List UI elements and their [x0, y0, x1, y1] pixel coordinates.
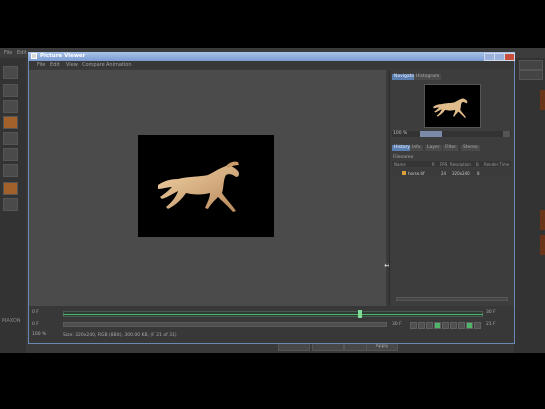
navigator-preview[interactable]	[424, 84, 481, 128]
history-fps: 24	[441, 171, 447, 176]
texture-tool-icon[interactable]	[3, 198, 18, 211]
current-frame-field[interactable]: 21 F	[486, 322, 496, 328]
host-side-tab[interactable]	[540, 210, 545, 230]
timeline-progress	[63, 314, 483, 315]
column-header[interactable]: Name	[394, 162, 406, 167]
loop-icon[interactable]	[458, 322, 465, 329]
column-header[interactable]: R	[432, 162, 435, 167]
playhead-handle[interactable]	[358, 310, 362, 318]
range-slider[interactable]	[63, 322, 387, 327]
scale-tool-icon[interactable]	[3, 100, 18, 113]
column-header[interactable]: Resolution	[450, 162, 471, 167]
tab-histogram[interactable]: Histogram	[414, 74, 442, 80]
galloping-horse-icon	[158, 161, 240, 212]
tab-stereo[interactable]: Stereo	[461, 145, 480, 151]
tab-info[interactable]: Info	[410, 145, 423, 151]
status-text: Size: 320x240, RGB (8Bit), 300.00 KB, (F…	[63, 333, 177, 338]
record-icon[interactable]	[466, 322, 473, 329]
start-frame-field[interactable]: 0 F	[32, 310, 39, 316]
step-back-icon[interactable]	[418, 322, 425, 329]
brush-tool-icon[interactable]	[3, 164, 18, 177]
maxon-logo: MAXON	[2, 318, 21, 324]
host-toolbar	[0, 58, 26, 353]
title-bar[interactable]	[28, 52, 515, 61]
range-start-field[interactable]: 0 F	[32, 322, 39, 328]
paint-tool-icon[interactable]	[3, 148, 18, 161]
tab-history[interactable]: History	[392, 145, 413, 151]
go-to-start-icon[interactable]	[410, 322, 417, 329]
go-to-end-icon[interactable]	[450, 322, 457, 329]
zoom-slider[interactable]	[420, 131, 442, 137]
history-name: horse.tif	[408, 171, 425, 176]
menu-file[interactable]: File	[37, 62, 45, 68]
history-resolution: 320x240	[452, 171, 470, 176]
app-icon	[31, 53, 37, 59]
host-right-tab[interactable]	[519, 70, 543, 80]
host-right-tab[interactable]	[519, 60, 543, 70]
tab-filter[interactable]: Filter	[443, 145, 459, 151]
select-tool-icon[interactable]	[3, 132, 18, 145]
menu-animation[interactable]: Animation	[106, 62, 132, 68]
panel-scrollbar[interactable]	[396, 297, 508, 301]
host-side-tab[interactable]	[540, 235, 545, 255]
end-frame-field[interactable]: 30 F	[486, 310, 496, 316]
range-end-field[interactable]: 30 F	[392, 322, 402, 328]
menu-edit[interactable]: Edit	[50, 62, 60, 68]
move-tool-icon[interactable]	[3, 84, 18, 97]
undo-tool-icon[interactable]	[3, 66, 18, 79]
close-icon[interactable]	[504, 53, 515, 61]
zoom-fit-icon[interactable]	[503, 131, 510, 137]
render-status-icon	[402, 171, 406, 175]
history-label: Filename	[393, 155, 414, 160]
window-title: Picture Viewer	[40, 53, 86, 59]
host-bottom-button[interactable]	[344, 343, 368, 351]
host-bottom-button[interactable]	[278, 343, 310, 351]
host-side-tab[interactable]	[540, 90, 545, 110]
menu-view[interactable]: View	[66, 62, 78, 68]
zoom-field[interactable]: 100 %	[393, 131, 417, 137]
history-bits: 8	[477, 171, 480, 176]
magnet-tool-icon[interactable]	[3, 182, 18, 195]
horse-thumbnail-icon	[433, 98, 468, 118]
column-header[interactable]: FPS	[440, 162, 447, 167]
host-menu-file[interactable]: File	[4, 50, 12, 56]
tab-layer[interactable]: Layer	[425, 145, 442, 151]
timeline-zoom-field[interactable]: 100 %	[32, 332, 46, 338]
rotate-tool-icon[interactable]	[3, 116, 18, 129]
column-header[interactable]: B	[476, 162, 479, 167]
play-backward-icon[interactable]	[426, 322, 433, 329]
menu-compare[interactable]: Compare	[82, 62, 105, 68]
host-menu-edit[interactable]: Edit	[17, 50, 27, 56]
step-forward-icon[interactable]	[442, 322, 449, 329]
column-header[interactable]: Render Time	[484, 162, 509, 167]
apply-button[interactable]: Apply	[366, 343, 398, 351]
host-bottom-button[interactable]	[312, 343, 344, 351]
play-icon[interactable]	[434, 322, 441, 329]
settings-icon[interactable]	[474, 322, 481, 329]
rendered-image	[138, 135, 274, 237]
